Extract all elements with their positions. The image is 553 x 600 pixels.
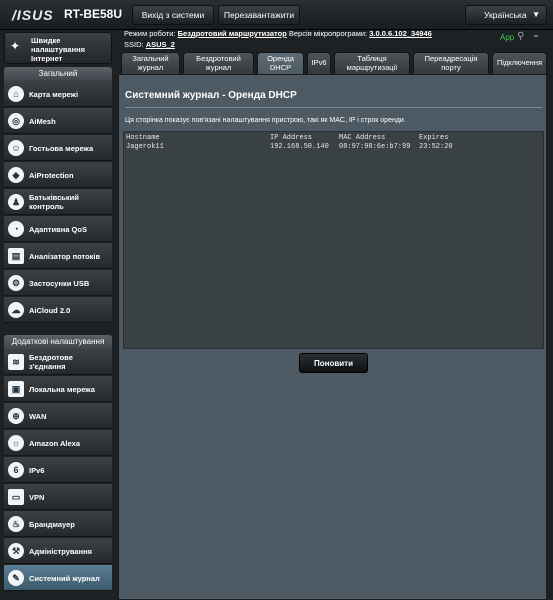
sidebar-item-label: Батьківський контроль [29,193,79,211]
traffic-analyzer-icon: ▤ [8,248,24,264]
column-mac-address: MAC Address [339,134,386,142]
network-map-icon: ⌂ [8,86,24,102]
sidebar-item-label: IPv6 [29,466,45,475]
sidebar-item-network-map[interactable]: ⌂ Карта мережі [4,81,112,107]
globe-icon: ⊕ [8,408,24,424]
router-model: RT-BE58U [64,7,123,21]
ipv6-icon: 6 [8,462,24,478]
sidebar-item-wireless[interactable]: ≋ Бездротове з'єднання [4,349,112,375]
table-row: Jagerok11 192.168.50.140 08:97:98:6e:b7:… [124,143,545,153]
lan-icon: ▣ [8,381,24,397]
wireless-icon: ≋ [8,354,24,370]
app-link[interactable]: App [500,33,514,42]
top-bar: /ISUS RT-BE58U Вихід з системи Перезаван… [0,0,553,30]
sidebar-item-alexa[interactable]: ☼ Amazon Alexa [4,430,112,456]
sidebar-item-lan[interactable]: ▣ Локальна мережа [4,376,112,402]
cell-hostname: Jagerok11 [126,143,164,151]
tab-dhcp-leases[interactable]: Оренда DHCP [257,52,304,74]
section-general: Загальний [4,67,112,81]
sidebar-item-ipv6[interactable]: 6 IPv6 [4,457,112,483]
logout-button[interactable]: Вихід з системи [132,5,214,25]
tab-port-forwarding[interactable]: Переадресація порту [413,52,489,74]
cell-ip-address: 192.168.50.140 [270,143,329,151]
title-divider [125,107,542,108]
sidebar-item-label: AiProtection [29,171,74,180]
wand-icon: ✦ [10,39,21,53]
refresh-button[interactable]: Поновити [299,353,368,373]
sidebar-item-aiprotection[interactable]: ◆ AiProtection [4,162,112,188]
sidebar-item-label: Застосунки USB [29,279,90,288]
tab-connections[interactable]: Підключення [492,52,547,74]
sidebar-item-label: AiMesh [29,117,56,126]
firmware-prefix: Версія мікропрограми: [288,29,368,38]
sidebar-item-firewall[interactable]: ♨ Брандмауер [4,511,112,537]
language-value: Українська [484,10,527,20]
administration-icon: ⚒ [8,543,24,559]
ssid-prefix: SSID: [124,40,144,49]
firewall-icon: ♨ [8,516,24,532]
shield-icon: ◆ [8,167,24,183]
ssid-link[interactable]: ASUS_2 [146,40,175,49]
section-advanced: Додаткові налаштування [4,335,112,349]
sidebar-item-label: Аналізатор потоків [29,252,101,261]
sidebar-item-usb-apps[interactable]: ⚙ Застосунки USB [4,270,112,296]
sidebar-item-label: Системний журнал [29,574,100,583]
sidebar-item-adaptive-qos[interactable]: ◔ Адаптивна QoS [4,216,112,242]
tab-general-log[interactable]: Загальний журнал [121,52,180,74]
system-log-icon: ✎ [8,570,24,586]
reboot-button[interactable]: Перезавантажити [218,5,300,25]
quick-setup-button[interactable]: ✦ Швидке налаштування Інтернет [4,32,112,64]
chevron-down-icon: ▼ [532,10,540,19]
language-select[interactable]: Українська ▼ [465,5,547,25]
tab-ipv6[interactable]: IPv6 [307,52,331,74]
qos-icon: ◔ [8,221,24,237]
sidebar-item-aicloud[interactable]: ☁ AiCloud 2.0 [4,297,112,323]
usb-apps-icon: ⚙ [8,275,24,291]
column-hostname: Hostname [126,134,160,142]
network-icon[interactable]: ⌁ [533,31,539,42]
content-panel: Системний журнал - Оренда DHCP Ця сторін… [118,74,547,600]
asus-logo[interactable]: /ISUS [12,7,54,23]
page-description: Ця сторінка показує пов'язані налаштуван… [125,117,406,124]
sidebar-item-label: VPN [29,493,45,502]
sidebar-item-label: Гостьова мережа [29,144,94,153]
sidebar-item-label: WAN [29,412,47,421]
sidebar-item-label: Карта мережі [29,90,79,99]
quick-setup-label: Швидке налаштування Інтернет [31,36,86,63]
sidebar-item-vpn[interactable]: ▭ VPN [4,484,112,510]
tab-routing-table[interactable]: Таблиця маршрутизації [334,52,410,74]
column-expires: Expires [419,134,449,142]
guest-network-icon: ☺ [8,140,24,156]
aimesh-icon: ◎ [8,113,24,129]
vpn-icon: ▭ [8,489,24,505]
sidebar-item-label: Локальна мережа [29,385,95,394]
sidebar-item-label: Брандмауер [29,520,75,529]
sidebar-item-label: Адміністрування [29,547,93,556]
column-ip-address: IP Address [270,134,313,142]
mode-prefix: Режим роботи: [124,29,176,38]
usb-icon[interactable]: ⚲ [517,31,524,42]
sidebar-item-system-log[interactable]: ✎ Системний журнал [4,565,112,591]
dhcp-lease-log[interactable]: Hostname IP Address MAC Address Expires … [123,131,544,349]
parental-control-icon: ♟ [8,194,24,210]
cell-expires: 23:52:20 [419,143,453,151]
sidebar-item-label: Amazon Alexa [29,439,80,448]
ssid-line: SSID: ASUS_2 [124,39,175,51]
sidebar-item-aimesh[interactable]: ◎ AiMesh [4,108,112,134]
sidebar-item-parental-control[interactable]: ♟ Батьківський контроль [4,189,112,215]
sidebar-item-label: Адаптивна QoS [29,225,87,234]
sidebar-item-guest-network[interactable]: ☺ Гостьова мережа [4,135,112,161]
sidebar-item-administration[interactable]: ⚒ Адміністрування [4,538,112,564]
firmware-link[interactable]: 3.0.0.6.102_34946 [369,29,432,38]
sidebar-item-wan[interactable]: ⊕ WAN [4,403,112,429]
sidebar-item-label: AiCloud 2.0 [29,306,71,315]
cell-mac-address: 08:97:98:6e:b7:99 [339,143,411,151]
mode-link[interactable]: Бездротовий маршрутизатор [178,29,287,38]
sidebar-item-label: Бездротове з'єднання [29,353,73,371]
sidebar-item-traffic-analyzer[interactable]: ▤ Аналізатор потоків [4,243,112,269]
cloud-icon: ☁ [8,302,24,318]
alexa-icon: ☼ [8,435,24,451]
tab-wireless-log[interactable]: Бездротовий журнал [183,52,254,74]
page-title: Системний журнал - Оренда DHCP [125,90,297,101]
